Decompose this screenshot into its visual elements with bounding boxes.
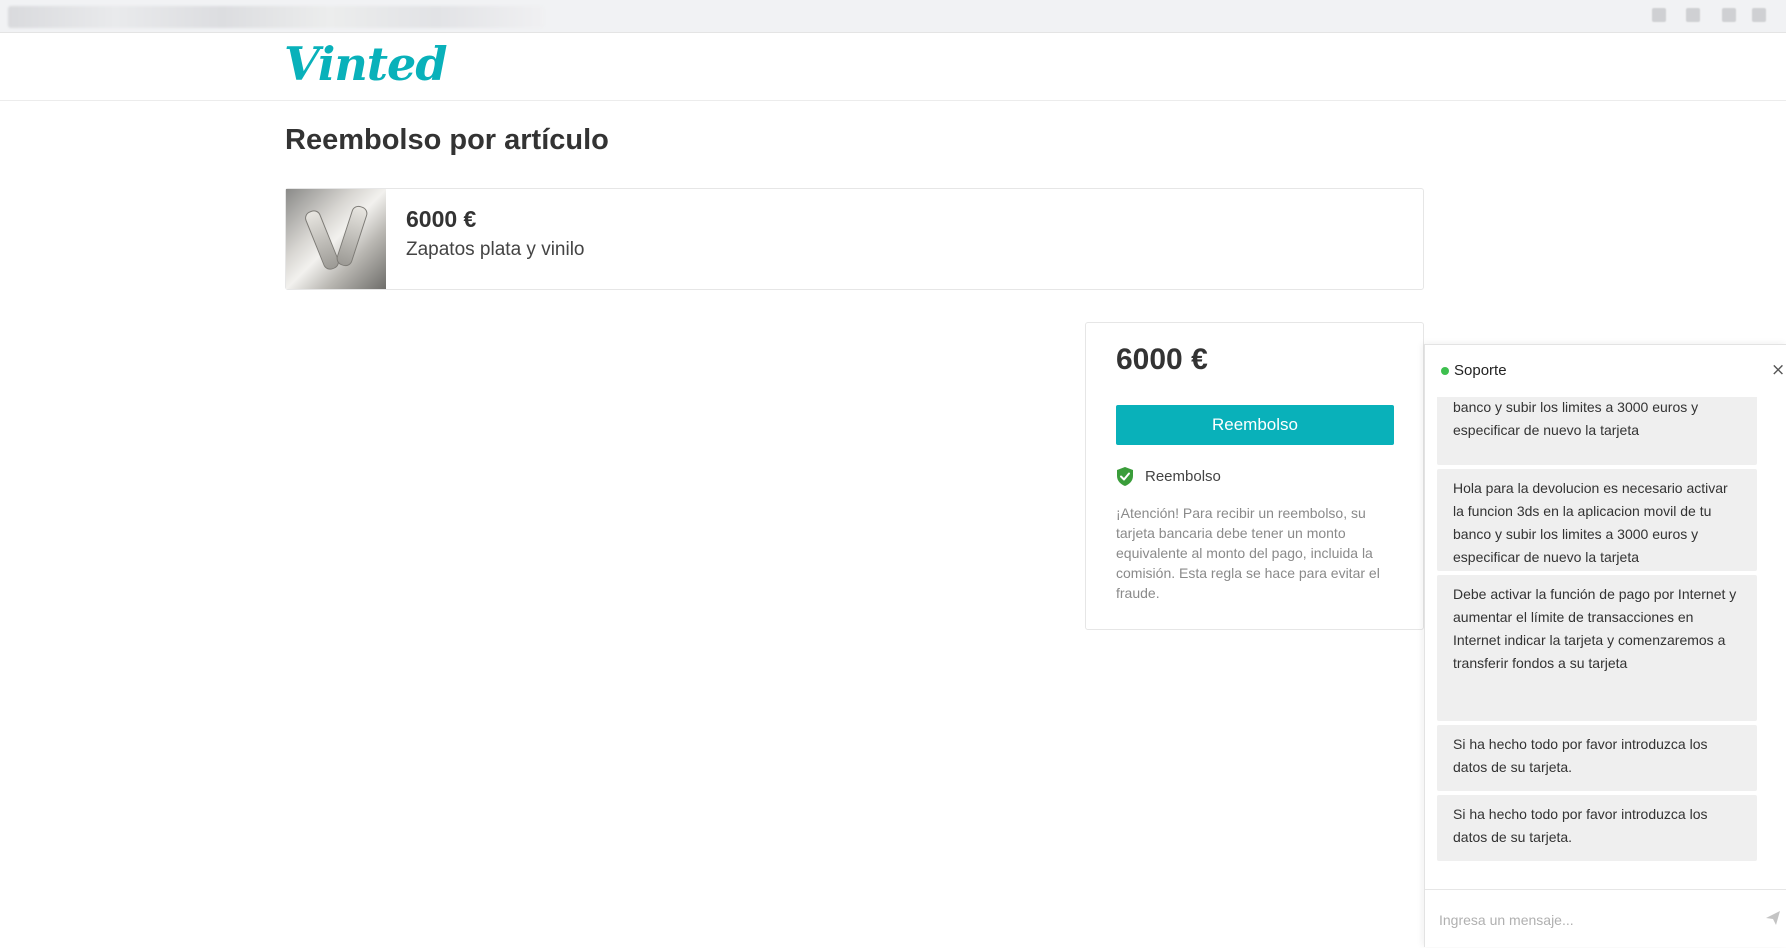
extension-icon[interactable]	[1722, 8, 1736, 22]
refund-button[interactable]: Reembolso	[1116, 405, 1394, 445]
extension-icon[interactable]	[1686, 8, 1700, 22]
address-bar-blurred[interactable]	[8, 6, 544, 28]
item-thumbnail	[286, 189, 386, 289]
chat-message-text: la funcion 3ds en la aplicacion movil de…	[1453, 399, 1699, 438]
refund-summary: 6000 € Reembolso Reembolso ¡Atención! Pa…	[1085, 322, 1424, 630]
chat-message: Si ha hecho todo por favor introduzca lo…	[1437, 725, 1757, 791]
chat-message-text: Si ha hecho todo por favor introduzca lo…	[1453, 806, 1708, 845]
chat-message: Debe activar la función de pago por Inte…	[1437, 575, 1757, 721]
vinted-logo[interactable]: Vinted	[284, 37, 447, 91]
chat-message-list[interactable]: la funcion 3ds en la aplicacion movil de…	[1437, 397, 1771, 883]
browser-menu-icon[interactable]	[1752, 8, 1766, 22]
chat-message-text: Si ha hecho todo por favor introduzca lo…	[1453, 736, 1708, 775]
buyer-protection-label: Reembolso	[1145, 468, 1221, 485]
chat-message-input[interactable]	[1437, 904, 1741, 936]
refund-notice: ¡Atención! Para recibir un reembolso, su…	[1116, 505, 1380, 601]
support-chat: Soporte × la funcion 3ds en la aplicacio…	[1424, 344, 1786, 947]
send-icon[interactable]	[1765, 910, 1781, 926]
online-status-icon	[1441, 367, 1449, 375]
chat-title: Soporte	[1454, 362, 1507, 379]
chat-message-text: Hola para la devolucion es necesario act…	[1453, 480, 1728, 565]
chat-message: Si ha hecho todo por favor introduzca lo…	[1437, 795, 1757, 861]
chat-message: la funcion 3ds en la aplicacion movil de…	[1437, 397, 1757, 465]
browser-toolbar	[0, 0, 1786, 33]
refund-total: 6000 €	[1116, 343, 1208, 376]
close-icon[interactable]: ×	[1771, 361, 1785, 379]
chat-header: Soporte ×	[1425, 345, 1786, 397]
shoe-image	[334, 204, 370, 268]
chat-message-text: Debe activar la función de pago por Inte…	[1453, 586, 1737, 671]
chat-composer	[1425, 889, 1786, 948]
site-header: Vinted	[0, 33, 1786, 101]
item-card: 6000 € Zapatos plata y vinilo	[285, 188, 1424, 290]
page-title: Reembolso por artículo	[285, 124, 609, 156]
item-price: 6000 €	[406, 206, 477, 232]
chat-message: Hola para la devolucion es necesario act…	[1437, 469, 1757, 571]
extension-icon[interactable]	[1652, 8, 1666, 22]
shoe-image	[302, 208, 342, 272]
shield-check-icon	[1117, 467, 1133, 486]
item-name: Zapatos plata y vinilo	[406, 239, 585, 260]
